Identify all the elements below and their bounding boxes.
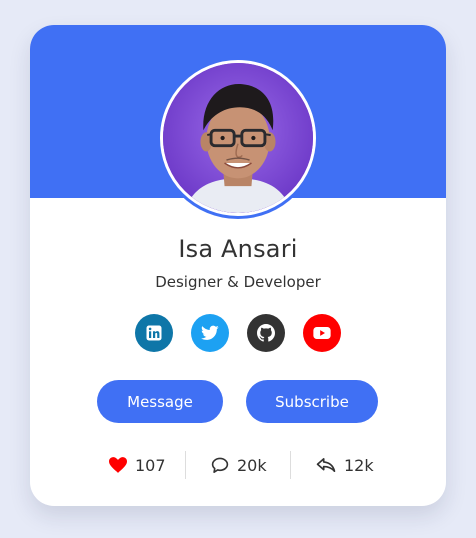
likes-stat[interactable]: 107 <box>109 451 166 479</box>
likes-count: 107 <box>135 455 166 475</box>
profile-name: Isa Ansari <box>178 235 298 263</box>
avatar-ring <box>157 57 319 219</box>
comments-stat[interactable]: 20k <box>211 451 267 479</box>
comment-icon <box>211 457 229 473</box>
youtube-link[interactable] <box>303 314 341 352</box>
stats-divider <box>185 451 186 479</box>
profile-title: Designer & Developer <box>155 273 321 291</box>
github-icon <box>257 324 275 342</box>
comments-count: 20k <box>237 455 267 475</box>
message-button[interactable]: Message <box>97 380 223 423</box>
avatar-photo <box>163 63 313 213</box>
youtube-icon <box>313 327 331 339</box>
linkedin-link[interactable] <box>135 314 173 352</box>
twitter-icon <box>201 325 219 340</box>
github-link[interactable] <box>247 314 285 352</box>
subscribe-button[interactable]: Subscribe <box>246 380 378 423</box>
stats-bar: 107 20k 12k <box>30 451 446 479</box>
stats-divider <box>290 451 291 479</box>
profile-card: Isa Ansari Designer & Developer Message … <box>30 25 446 506</box>
linkedin-icon <box>146 325 162 341</box>
heart-icon <box>109 457 127 473</box>
twitter-link[interactable] <box>191 314 229 352</box>
shares-stat[interactable]: 12k <box>316 451 374 479</box>
social-links <box>30 314 446 352</box>
avatar <box>160 60 316 216</box>
share-reply-icon <box>316 458 336 473</box>
shares-count: 12k <box>344 455 374 475</box>
